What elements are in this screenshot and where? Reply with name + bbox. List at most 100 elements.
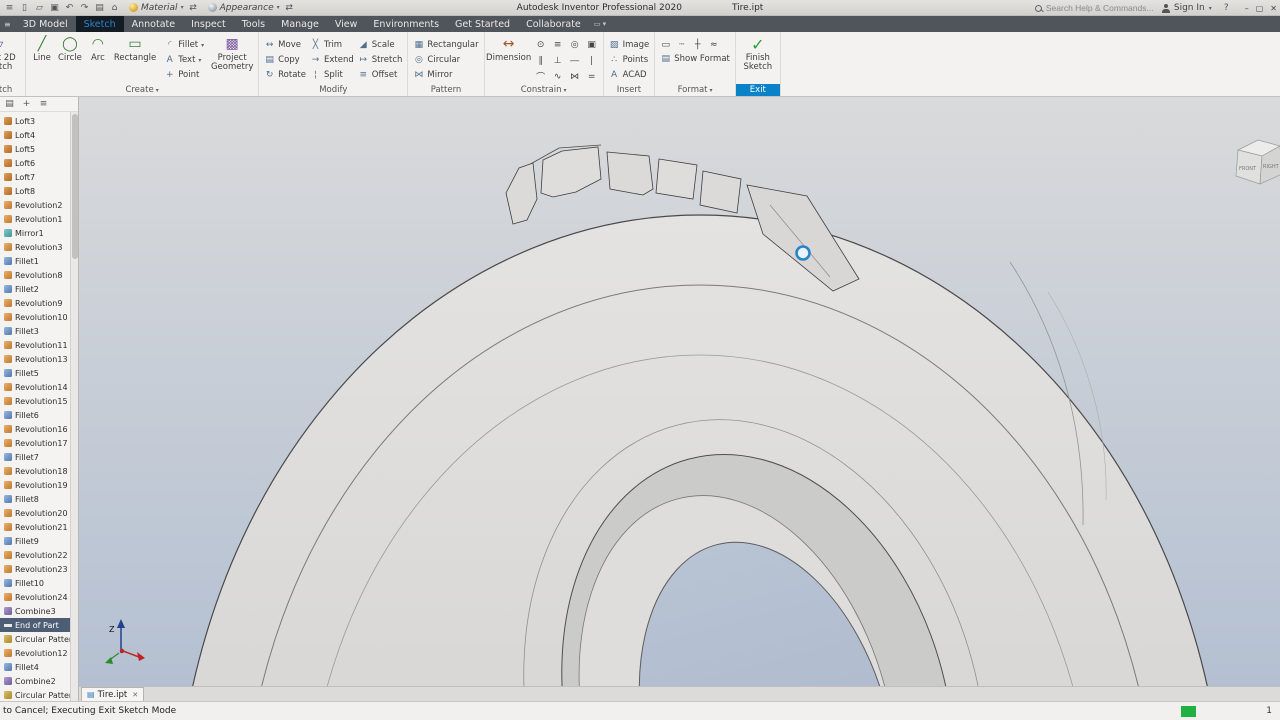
browser-item-combine3[interactable]: Combine3 (0, 604, 70, 618)
tread-block[interactable] (655, 158, 698, 200)
ribbon-tab-3d-model[interactable]: 3D Model (15, 16, 76, 32)
undo-icon[interactable]: ↶ (63, 1, 76, 14)
dimension-button[interactable]: ↔ Dimension (486, 34, 531, 84)
browser-item-revolution22[interactable]: Revolution22 (0, 548, 70, 562)
constraint-vertical-button[interactable]: | (584, 53, 600, 68)
ribbon-tab-view[interactable]: View (327, 16, 366, 32)
create-point-button[interactable]: + Point (162, 68, 206, 82)
create-line-button[interactable]: ╱ Line (29, 34, 55, 84)
browser-menu-icon[interactable]: ≡ (37, 98, 50, 111)
tab-close-icon[interactable]: ✕ (132, 691, 138, 699)
browser-dock-icon[interactable]: ▤ (3, 98, 16, 111)
browser-item-loft3[interactable]: Loft3 (0, 114, 70, 128)
browser-item-fillet8[interactable]: Fillet8 (0, 492, 70, 506)
browser-item-fillet1[interactable]: Fillet1 (0, 254, 70, 268)
search-input[interactable] (1045, 3, 1154, 13)
material-dropdown[interactable]: Material ▾ ⇄ (129, 1, 200, 14)
browser-item-revolution24[interactable]: Revolution24 (0, 590, 70, 604)
modify-stretch-button[interactable]: ↦ Stretch (356, 53, 405, 67)
modify-offset-button[interactable]: ≡ Offset (356, 68, 405, 82)
browser-item-revolution14[interactable]: Revolution14 (0, 380, 70, 394)
browser-item-revolution8[interactable]: Revolution8 (0, 268, 70, 282)
ribbon-tab-tools[interactable]: Tools (234, 16, 273, 32)
browser-item-mirror1[interactable]: Mirror1 (0, 226, 70, 240)
tread-block[interactable] (606, 151, 654, 196)
create-fillet-button[interactable]: ◜ Fillet ▾ (162, 38, 206, 52)
create-rectangle-button[interactable]: ▭ Rectangle (111, 34, 159, 84)
create-arc-button[interactable]: ◠ Arc (85, 34, 111, 84)
constraint-coincident-button[interactable]: ⊙ (533, 37, 549, 52)
material-refresh-icon[interactable]: ⇄ (187, 1, 200, 14)
browser-item-revolution16[interactable]: Revolution16 (0, 422, 70, 436)
ribbon-tab-get-started[interactable]: Get Started (447, 16, 518, 32)
constraint-concentric-button[interactable]: ◎ (567, 37, 583, 52)
browser-item-revolution2[interactable]: Revolution2 (0, 198, 70, 212)
modify-extend-button[interactable]: → Extend (308, 53, 356, 67)
browser-item-revolution18[interactable]: Revolution18 (0, 464, 70, 478)
open-file-icon[interactable]: ▱ (33, 1, 46, 14)
browser-item-end-of-part[interactable]: End of Part (0, 618, 70, 632)
tread-block[interactable] (699, 170, 742, 214)
ribbon-tab-manage[interactable]: Manage (273, 16, 327, 32)
ribbon-tab-collaborate[interactable]: Collaborate (518, 16, 589, 32)
browser-item-combine2[interactable]: Combine2 (0, 674, 70, 688)
browser-item-loft6[interactable]: Loft6 (0, 156, 70, 170)
browser-item-loft7[interactable]: Loft7 (0, 170, 70, 184)
browser-item-fillet7[interactable]: Fillet7 (0, 450, 70, 464)
ribbon-tab-sketch[interactable]: Sketch (75, 16, 124, 32)
browser-item-revolution15[interactable]: Revolution15 (0, 394, 70, 408)
new-file-icon[interactable]: ▯ (18, 1, 31, 14)
browser-item-loft4[interactable]: Loft4 (0, 128, 70, 142)
redo-icon[interactable]: ↷ (78, 1, 91, 14)
browser-item-loft8[interactable]: Loft8 (0, 184, 70, 198)
constraint-equal-button[interactable]: = (584, 69, 600, 84)
modify-rotate-button[interactable]: ↻ Rotate (262, 68, 308, 82)
ribbon-tab-inspect[interactable]: Inspect (183, 16, 234, 32)
browser-item-revolution17[interactable]: Revolution17 (0, 436, 70, 450)
insert-image-button[interactable]: ▨ Image (607, 38, 652, 52)
group-label-format[interactable]: Format ▾ (655, 85, 735, 95)
pattern-rectangular-button[interactable]: ▦ Rectangular (411, 38, 480, 52)
constraint-symmetric-button[interactable]: ⋈ (567, 69, 583, 84)
sketch-point-marker[interactable] (795, 245, 811, 261)
3d-viewport-canvas[interactable]: FRONT RIGHT Z (79, 97, 1280, 686)
modify-trim-button[interactable]: ╳ Trim (308, 38, 356, 52)
finish-sketch-button[interactable]: ✓ Finish Sketch (739, 34, 777, 84)
modify-scale-button[interactable]: ◢ Scale (356, 38, 405, 52)
modify-split-button[interactable]: ¦ Split (308, 68, 356, 82)
sign-in-button[interactable]: Sign In ▾ (1161, 3, 1212, 13)
browser-item-revolution11[interactable]: Revolution11 (0, 338, 70, 352)
ribbon-menu-icon[interactable]: ≡ (0, 16, 15, 32)
help-search[interactable] (1034, 3, 1154, 13)
format-driven-dimension-button[interactable]: ≈ (706, 37, 721, 52)
group-label-constrain[interactable]: Constrain ▾ (485, 85, 603, 95)
format-construction-button[interactable]: ▭ (658, 37, 673, 52)
browser-item-fillet5[interactable]: Fillet5 (0, 366, 70, 380)
browser-item-revolution1[interactable]: Revolution1 (0, 212, 70, 226)
browser-item-fillet10[interactable]: Fillet10 (0, 576, 70, 590)
browser-item-revolution9[interactable]: Revolution9 (0, 296, 70, 310)
modify-copy-button[interactable]: ▤ Copy (262, 53, 308, 67)
home-icon[interactable]: ⌂ (108, 1, 121, 14)
close-button[interactable]: ✕ (1270, 4, 1277, 13)
group-label-create[interactable]: Create ▾ (26, 85, 258, 95)
app-menu-icon[interactable]: ≡ (3, 1, 16, 14)
browser-item-fillet3[interactable]: Fillet3 (0, 324, 70, 338)
show-format-button[interactable]: ▤ Show Format (658, 52, 732, 66)
browser-item-revolution21[interactable]: Revolution21 (0, 520, 70, 534)
constraint-horizontal-button[interactable]: ― (567, 53, 583, 68)
constraint-parallel-button[interactable]: ∥ (533, 53, 549, 68)
constraint-tangent-button[interactable]: ⌒ (533, 69, 549, 84)
start-2d-sketch-button[interactable]: ▱ Start 2D Sketch (0, 34, 24, 84)
constraint-collinear-button[interactable]: ≡ (550, 37, 566, 52)
minimize-button[interactable]: – (1245, 4, 1249, 13)
insert-acad-button[interactable]: A ACAD (607, 68, 652, 82)
browser-scrollbar[interactable] (70, 112, 78, 701)
browser-item-revolution3[interactable]: Revolution3 (0, 240, 70, 254)
browser-item-fillet9[interactable]: Fillet9 (0, 534, 70, 548)
browser-item-fillet6[interactable]: Fillet6 (0, 408, 70, 422)
browser-item-revolution13[interactable]: Revolution13 (0, 352, 70, 366)
create-circle-button[interactable]: ◯ Circle (55, 34, 85, 84)
insert-points-button[interactable]: ∴ Points (607, 53, 652, 67)
browser-item-circular-pattern2[interactable]: Circular Pattern2 (0, 632, 70, 646)
